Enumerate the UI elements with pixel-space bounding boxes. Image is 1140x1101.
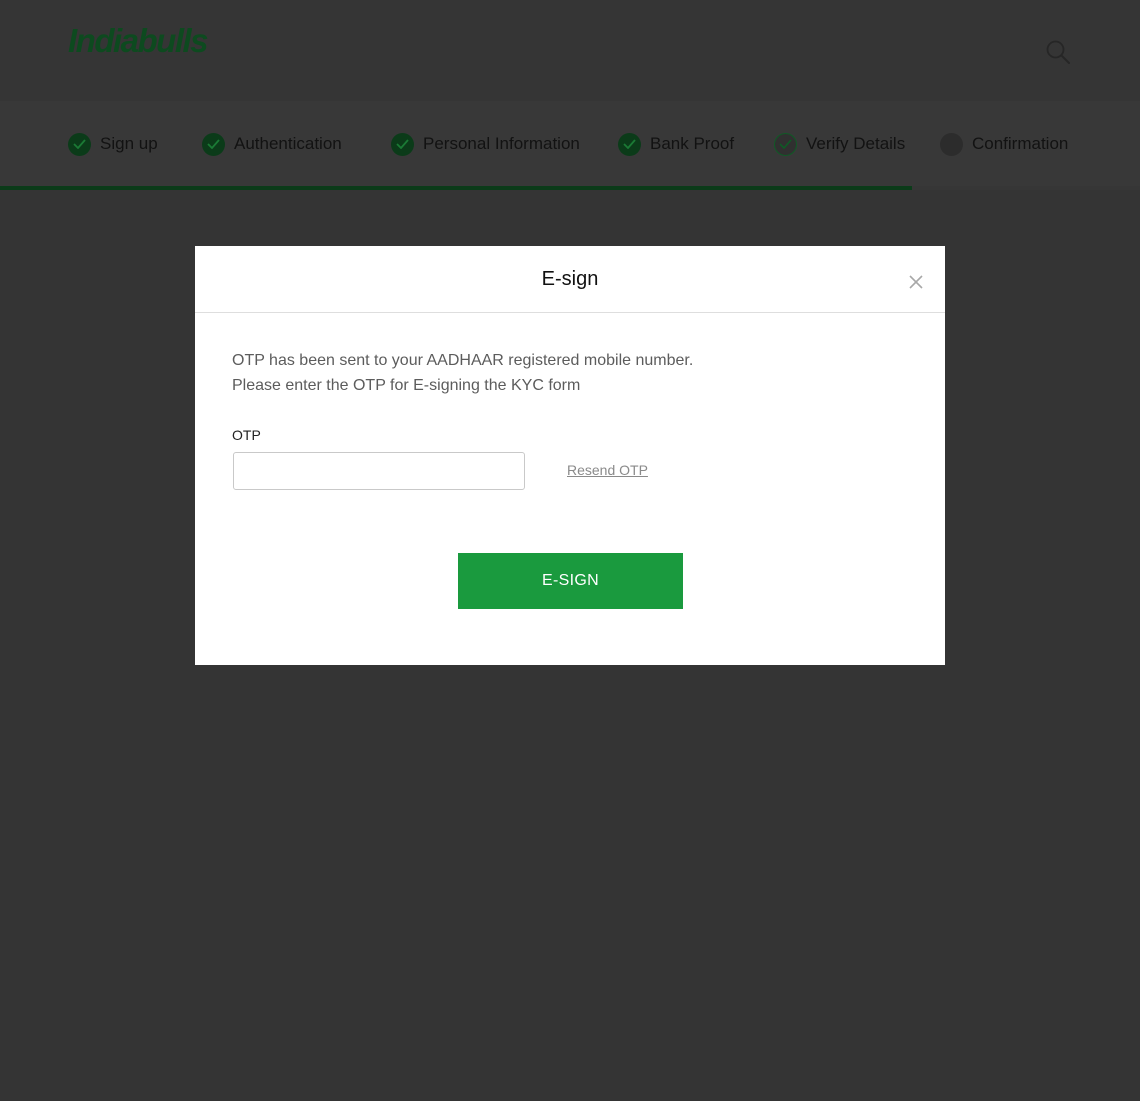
step-label: Bank Proof (650, 134, 735, 153)
step-bank-proof: Bank Proof (618, 132, 734, 156)
progress-track (0, 186, 1140, 190)
step-verify-details: Verify Details (774, 132, 905, 156)
step-label: Confirmation (972, 134, 1069, 153)
step-label: Authentication (234, 134, 342, 153)
progress-steps: Sign up Authentication Personal Informat… (0, 101, 1140, 190)
step-confirmation: Confirmation (940, 132, 1068, 156)
modal-title: E-sign (541, 268, 599, 290)
step-label: Verify Details (806, 134, 906, 153)
check-icon (618, 132, 641, 156)
check-icon (202, 132, 225, 156)
step-label: Personal Information (423, 134, 580, 153)
pending-dot-icon (940, 132, 963, 156)
check-icon (391, 132, 414, 156)
message-line: Please enter the OTP for E-signing the K… (232, 377, 581, 394)
step-authentication: Authentication (202, 132, 342, 156)
search-icon[interactable] (1045, 39, 1071, 65)
indiabulls-logo[interactable]: Indiabulls (68, 22, 209, 60)
otp-message: OTP has been sent to your AADHAAR regist… (232, 348, 912, 398)
step-label: Sign up (100, 134, 158, 153)
top-header: Indiabulls (0, 0, 1140, 101)
step-sign-up: Sign up (68, 132, 158, 156)
otp-input[interactable] (233, 452, 525, 490)
progress-fill (0, 186, 912, 190)
otp-label: OTP (232, 427, 261, 443)
modal-header: E-sign (195, 246, 945, 313)
step-personal-information: Personal Information (391, 132, 580, 156)
esign-button[interactable]: E-SIGN (458, 553, 683, 609)
resend-otp-link[interactable]: Resend OTP (567, 462, 648, 478)
close-icon[interactable] (904, 270, 928, 294)
check-icon (68, 132, 91, 156)
message-line: OTP has been sent to your AADHAAR regist… (232, 352, 694, 369)
esign-modal: E-sign OTP has been sent to your AADHAAR… (195, 246, 945, 665)
check-icon (774, 132, 797, 156)
